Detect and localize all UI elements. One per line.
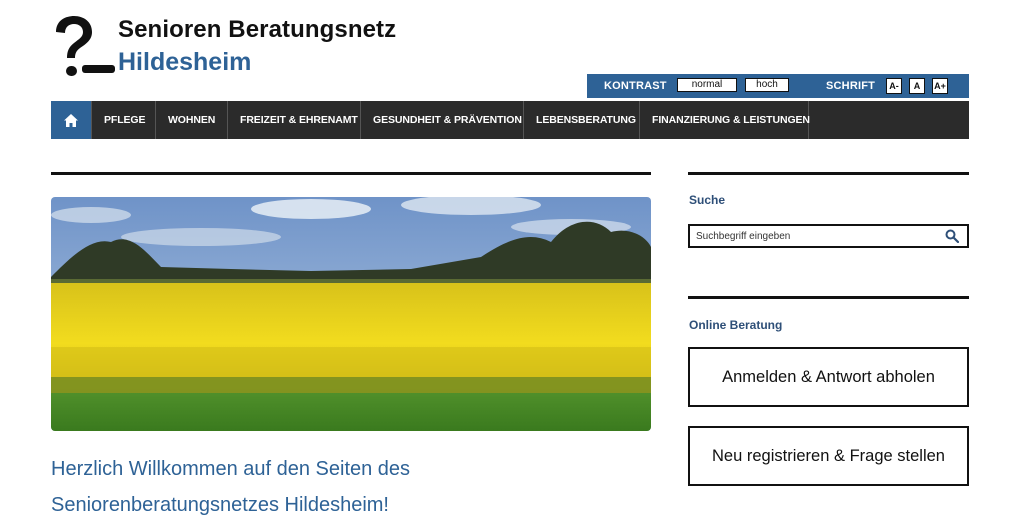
nav-item-freizeit[interactable]: FREIZEIT & EHRENAMT bbox=[228, 101, 361, 139]
font-normal-button[interactable]: A bbox=[909, 78, 925, 94]
nav-item-wohnen[interactable]: WOHNEN bbox=[156, 101, 228, 139]
sidebar-divider-middle bbox=[688, 296, 969, 299]
site-title: Senioren Beratungsnetz bbox=[118, 16, 397, 43]
online-consulting-heading: Online Beratung bbox=[689, 318, 783, 332]
font-larger-button[interactable]: A+ bbox=[932, 78, 948, 94]
font-size-label: SCHRIFT bbox=[826, 80, 876, 92]
font-smaller-button[interactable]: A- bbox=[886, 78, 902, 94]
site-logo[interactable]: Senioren Beratungsnetz Hildesheim bbox=[50, 14, 430, 80]
question-mark-logo-icon bbox=[56, 16, 115, 76]
accessibility-bar: KONTRAST normal hoch SCHRIFT A- A A+ bbox=[587, 74, 969, 98]
main-divider bbox=[51, 172, 651, 175]
search-input[interactable] bbox=[696, 229, 936, 243]
site-subtitle: Hildesheim bbox=[118, 48, 252, 76]
welcome-line-1: Herzlich Willkommen auf den Seiten des bbox=[51, 458, 411, 480]
search-icon[interactable] bbox=[945, 229, 959, 243]
contrast-high-button[interactable]: hoch bbox=[745, 78, 789, 92]
welcome-heading: Herzlich Willkommen auf den Seiten des S… bbox=[51, 451, 651, 523]
main-navigation: PFLEGE WOHNEN FREIZEIT & EHRENAMT GESUND… bbox=[51, 101, 969, 139]
welcome-line-2: Seniorenberatungsnetzes Hildesheim! bbox=[51, 494, 389, 516]
search-heading: Suche bbox=[689, 193, 726, 207]
rapeseed-field-image bbox=[51, 197, 651, 431]
nav-item-finanzierung[interactable]: FINANZIERUNG & LEISTUNGEN bbox=[640, 101, 810, 139]
sidebar-divider-top bbox=[688, 172, 969, 175]
nav-home-button[interactable] bbox=[51, 101, 92, 139]
contrast-label: KONTRAST bbox=[604, 80, 667, 92]
login-button[interactable]: Anmelden & Antwort abholen bbox=[688, 347, 969, 407]
register-button[interactable]: Neu registrieren & Frage stellen bbox=[688, 426, 969, 486]
contrast-normal-button[interactable]: normal bbox=[677, 78, 737, 92]
home-icon bbox=[64, 113, 78, 127]
nav-item-pflege[interactable]: PFLEGE bbox=[92, 101, 156, 139]
search-box bbox=[688, 224, 969, 248]
hero-image bbox=[51, 197, 651, 431]
nav-item-gesundheit[interactable]: GESUNDHEIT & PRÄVENTION bbox=[361, 101, 524, 139]
nav-item-lebensberatung[interactable]: LEBENSBERATUNG bbox=[524, 101, 640, 139]
